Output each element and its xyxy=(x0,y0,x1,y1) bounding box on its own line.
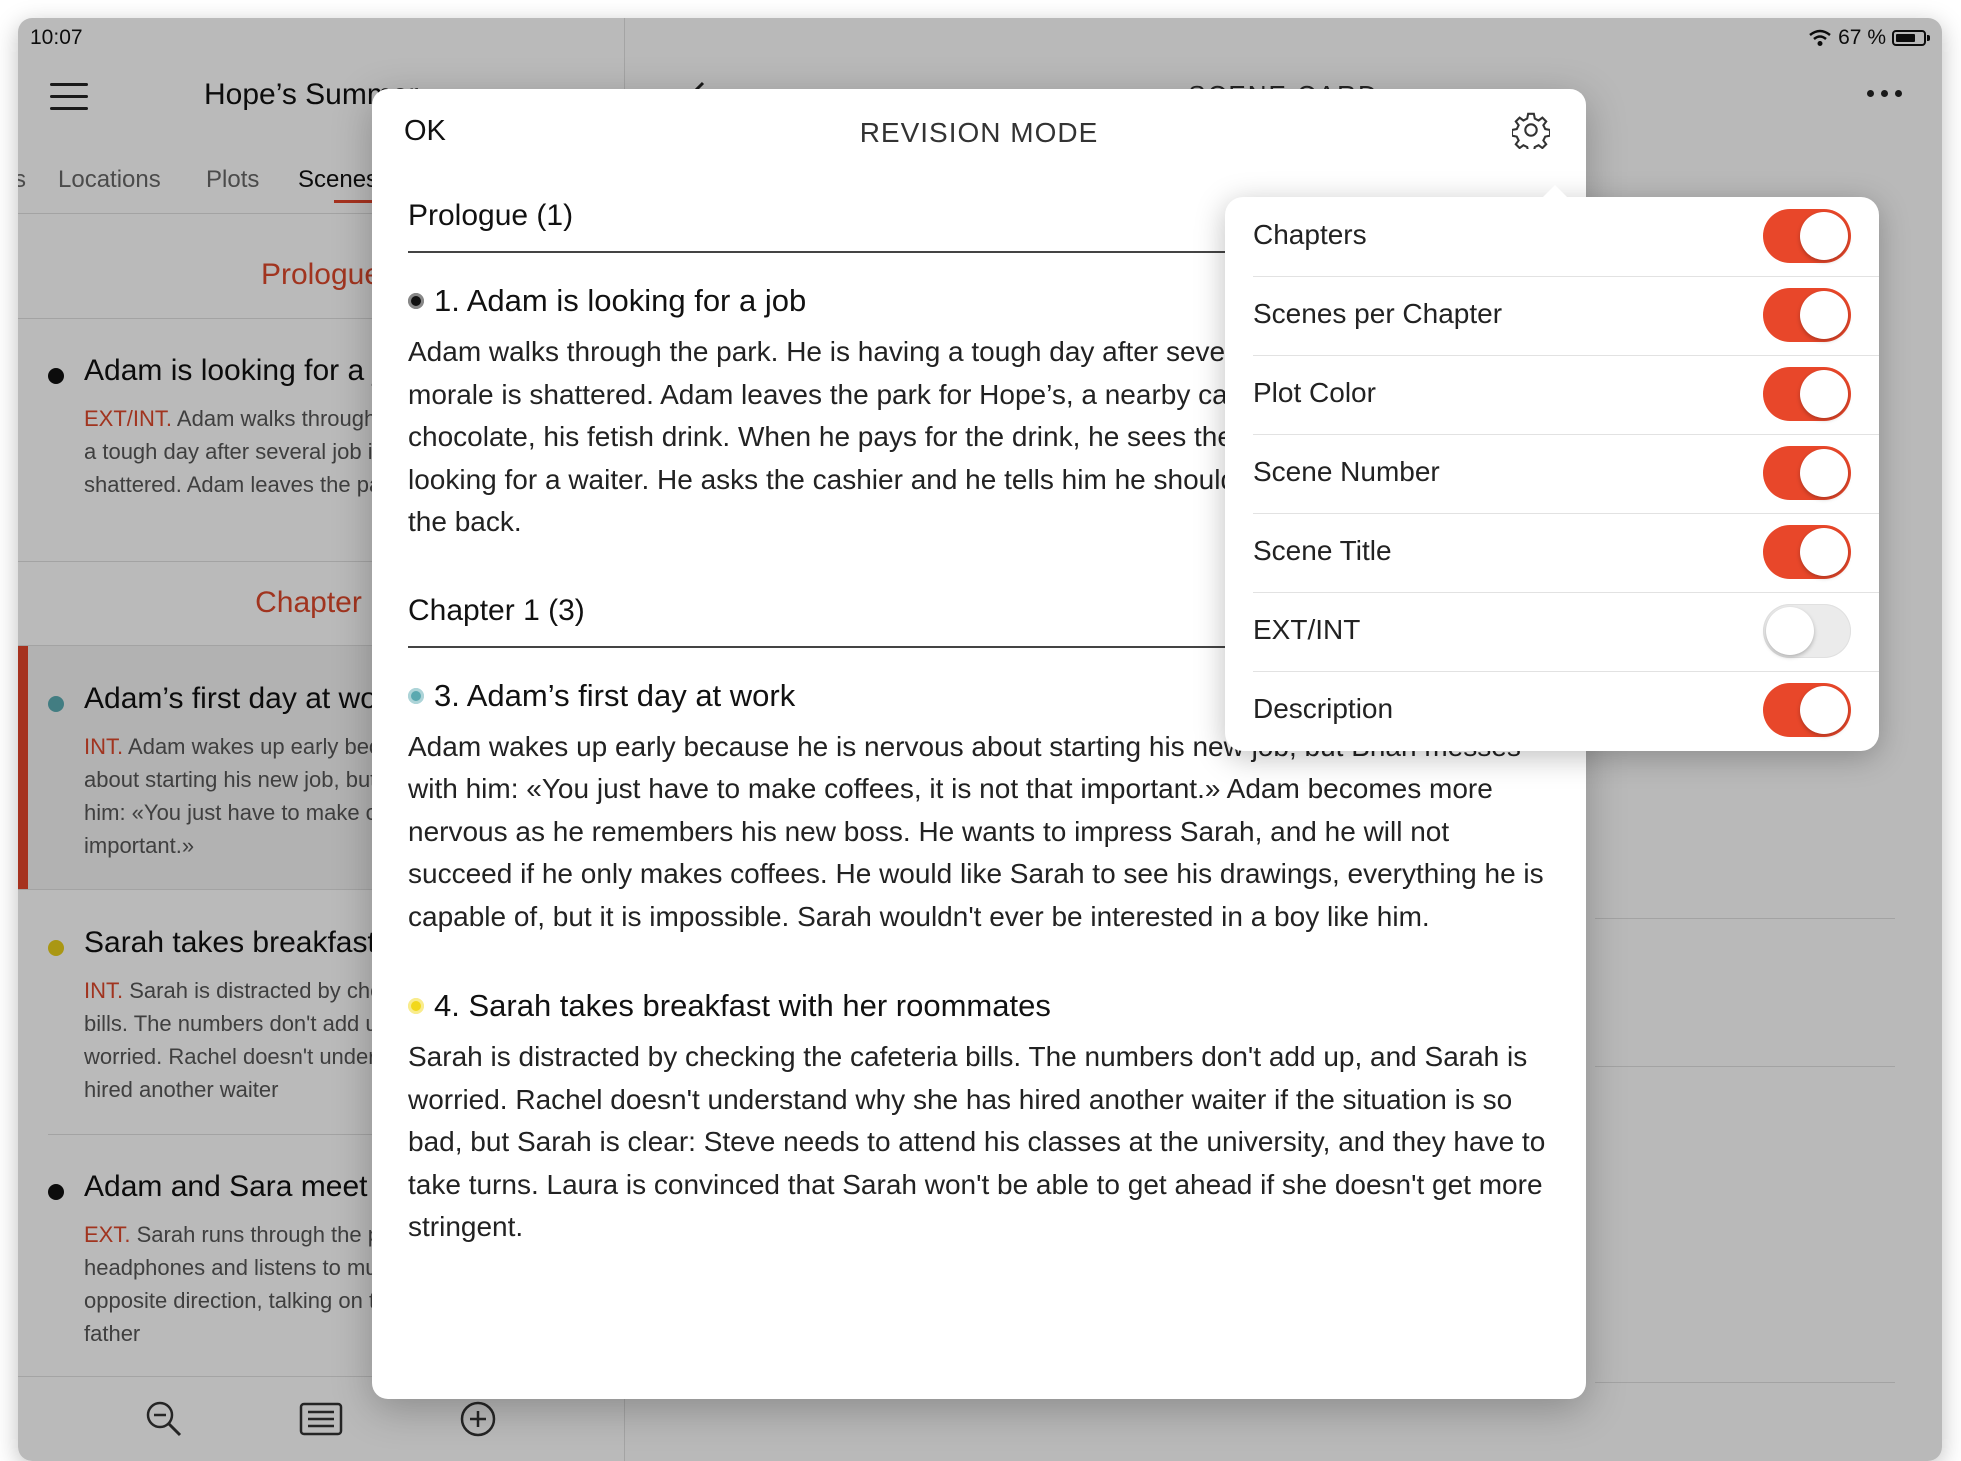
scene-heading: 4. Sarah takes breakfast with her roomma… xyxy=(408,988,1548,1024)
plot-color-dot xyxy=(408,687,424,704)
option-scene-title: Scene Title xyxy=(1253,513,1879,593)
option-scenes-per-chapter: Scenes per Chapter xyxy=(1253,276,1879,356)
scene-title-toggle[interactable] xyxy=(1763,525,1851,579)
option-chapters: Chapters xyxy=(1253,197,1879,277)
option-scene-number: Scene Number xyxy=(1253,434,1879,514)
scene-description: Adam wakes up early because he is nervou… xyxy=(408,730,1544,932)
gear-icon[interactable] xyxy=(1512,111,1550,149)
option-ext-int: EXT/INT xyxy=(1253,592,1879,672)
option-plot-color: Plot Color xyxy=(1253,355,1879,435)
revision-settings-popover: Chapters Scenes per Chapter Plot Color S… xyxy=(1225,185,1879,751)
plot-color-dot xyxy=(408,998,424,1014)
chapters-toggle[interactable] xyxy=(1763,209,1851,263)
option-description: Description xyxy=(1253,671,1879,750)
description-toggle[interactable] xyxy=(1763,683,1851,737)
scene-description: Sarah is distracted by checking the cafe… xyxy=(408,1041,1546,1242)
modal-title: REVISION MODE xyxy=(859,117,1099,148)
scene-number-toggle[interactable] xyxy=(1763,446,1851,500)
plot-color-dot xyxy=(408,293,424,309)
ipad-screen: Hope’s Summer s Locations Plots Scenes P… xyxy=(18,18,1942,1461)
plot-color-toggle[interactable] xyxy=(1763,367,1851,421)
scenes-per-chapter-toggle[interactable] xyxy=(1763,288,1851,342)
ext-int-toggle[interactable] xyxy=(1763,604,1851,658)
